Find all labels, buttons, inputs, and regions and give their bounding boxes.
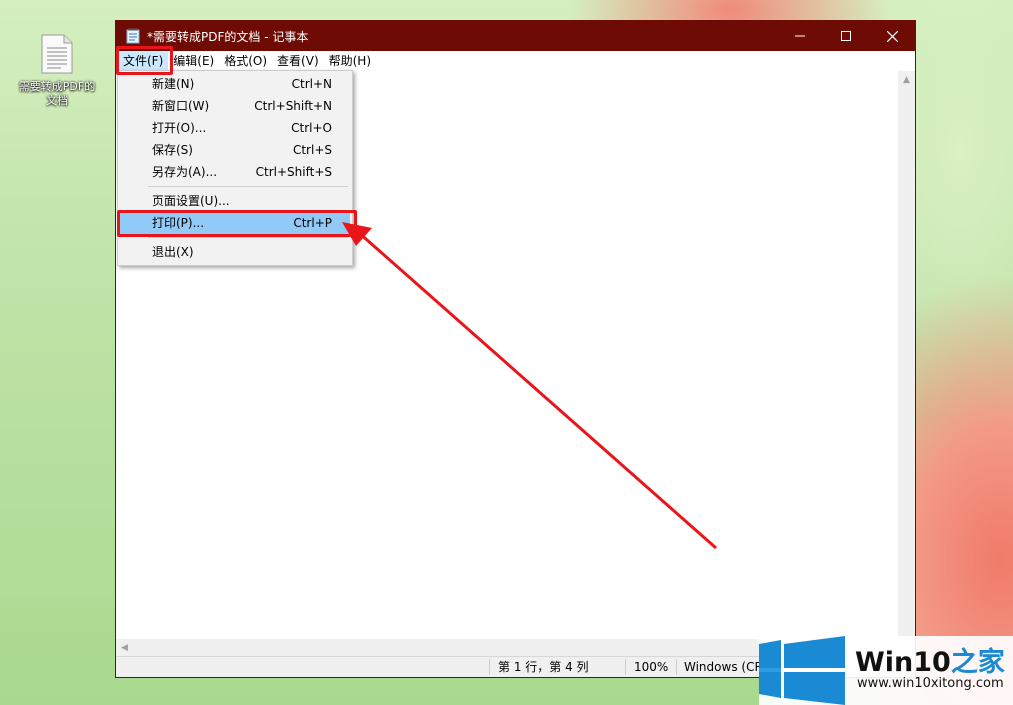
win10-watermark-logo: Win10之家 www.win10xitong.com [759,636,1013,705]
watermark-url: www.win10xitong.com [857,676,1004,691]
watermark-brand: Win10之家 [855,647,1005,678]
annotation-arrow-icon [342,222,717,550]
